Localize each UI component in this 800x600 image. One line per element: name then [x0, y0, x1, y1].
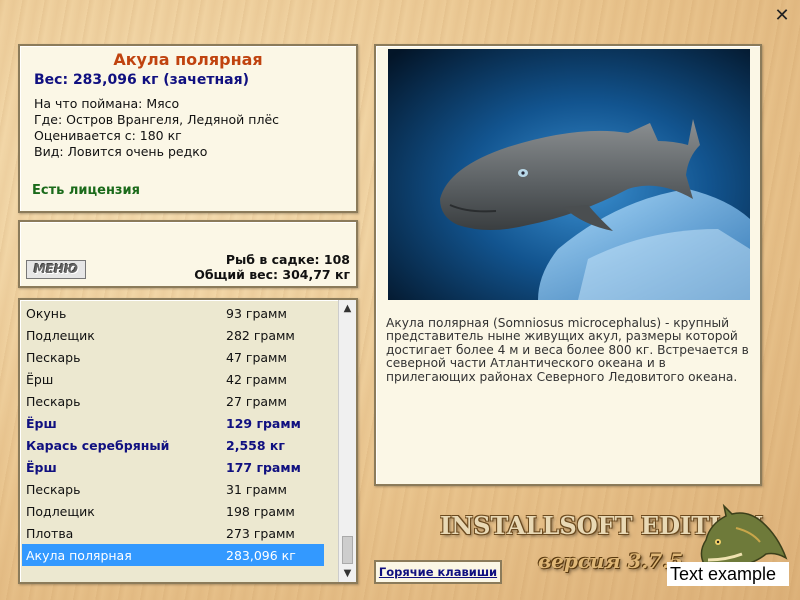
fish-weight-value: 2,558 кг [226, 438, 285, 453]
version-label: версия 3.7.5 [538, 549, 684, 573]
fish-weight: Вес: 283,096 кг (зачетная) [34, 72, 249, 88]
fish-name: Пескарь [26, 482, 81, 497]
total-weight: Общий вес: 304,77 кг [194, 267, 350, 282]
fish-count: Рыб в садке: 108 [225, 252, 350, 267]
fish-weight-value: 273 грамм [226, 526, 295, 541]
close-button[interactable]: ✕ [772, 6, 792, 26]
license-status: Есть лицензия [32, 183, 140, 198]
fish-name: Пескарь [26, 350, 81, 365]
fish-name: Карась серебряный [26, 438, 170, 453]
list-item[interactable]: Ёрш 42 грамм [22, 368, 324, 390]
fish-weight-value: 177 грамм [226, 460, 301, 475]
valuation-info: Оценивается с: 180 кг [34, 128, 182, 143]
fish-name: Плотва [26, 526, 74, 541]
list-item[interactable]: Окунь 93 грамм [22, 302, 324, 324]
bait-info: На что поймана: Мясо [34, 96, 180, 111]
fish-name: Подлещик [26, 504, 95, 519]
chevron-up-icon[interactable]: ▲ [339, 300, 356, 317]
menu-button[interactable]: МЕНЮ [26, 260, 86, 279]
fish-weight-value: 47 грамм [226, 350, 287, 365]
fish-weight-value: 129 грамм [226, 416, 301, 431]
fish-weight-value: 27 грамм [226, 394, 287, 409]
fish-name: Ёрш [26, 460, 57, 475]
list-item[interactable]: Карась серебряный 2,558 кг [22, 434, 324, 456]
fish-name: Ёрш [26, 416, 57, 431]
fish-name: Акула полярная [26, 548, 132, 563]
fish-name: Окунь [26, 306, 67, 321]
fish-detail-panel: Акула полярная (Somniosus microcephalus)… [374, 44, 762, 486]
list-item[interactable]: Пескарь 27 грамм [22, 390, 324, 412]
chevron-down-icon[interactable]: ▼ [339, 565, 356, 582]
fish-weight-value: 198 грамм [226, 504, 295, 519]
list-item[interactable]: Плотва 273 грамм [22, 522, 324, 544]
fish-weight-value: 283,096 кг [226, 548, 296, 563]
list-item[interactable]: Подлещик 282 грамм [22, 324, 324, 346]
list-item[interactable]: Пескарь 31 грамм [22, 478, 324, 500]
fish-weight-value: 31 грамм [226, 482, 287, 497]
list-item[interactable]: Акула полярная 283,096 кг [22, 544, 324, 566]
fish-description: Акула полярная (Somniosus microcephalus)… [386, 316, 749, 384]
list-item[interactable]: Подлещик 198 грамм [22, 500, 324, 522]
catch-info-panel: Акула полярная Вес: 283,096 кг (зачетная… [18, 44, 358, 213]
fish-name: Ёрш [26, 372, 54, 387]
text-example-overlay: Text example [667, 562, 789, 586]
hotkeys-button[interactable]: Горячие клавиши [374, 560, 502, 584]
scroll-thumb[interactable] [342, 536, 353, 564]
list-scrollbar[interactable]: ▲ ▼ [338, 300, 356, 582]
fish-list-panel: Окунь 93 грамм Подлещик 282 грамм Пескарь 47 … [18, 298, 358, 584]
list-item[interactable]: Ёрш 177 грамм [22, 456, 324, 478]
close-icon: ✕ [774, 5, 790, 26]
fish-weight-value: 93 грамм [226, 306, 287, 321]
fish-weight-value: 282 грамм [226, 328, 295, 343]
list-item[interactable]: Пескарь 47 грамм [22, 346, 324, 368]
fish-list[interactable]: Окунь 93 грамм Подлещик 282 грамм Пескарь 47 … [22, 302, 324, 566]
rarity-info: Вид: Ловится очень редко [34, 144, 208, 159]
fish-weight-value: 42 грамм [226, 372, 287, 387]
fish-title: Акула полярная [113, 50, 263, 69]
list-item[interactable]: Ёрш 129 грамм [22, 412, 324, 434]
fish-name: Подлещик [26, 328, 95, 343]
location-info: Где: Остров Врангеля, Ледяной плёс [34, 112, 280, 127]
cage-panel: МЕНЮ Рыб в садке: 108 Общий вес: 304,77 … [18, 220, 358, 288]
fish-name: Пескарь [26, 394, 81, 409]
shark-photo [388, 49, 750, 300]
